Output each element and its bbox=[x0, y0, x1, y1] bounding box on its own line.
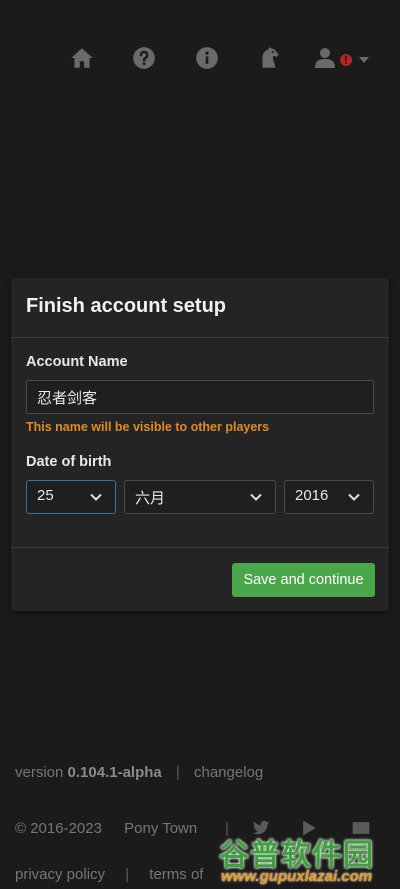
day-value: 25 bbox=[37, 487, 54, 504]
chevron-down-icon bbox=[89, 490, 103, 504]
privacy-policy-link[interactable]: privacy policy bbox=[15, 866, 105, 883]
separator: | bbox=[125, 866, 130, 883]
home-icon bbox=[69, 45, 95, 76]
info-icon bbox=[194, 45, 220, 76]
separator: | bbox=[175, 764, 180, 781]
date-of-birth-selects: 25 六月 2016 bbox=[26, 480, 374, 514]
version-line: version 0.104.1-alpha | changelog bbox=[15, 764, 385, 781]
modal-title: Finish account setup bbox=[26, 295, 227, 317]
account-name-label: Account Name bbox=[26, 354, 128, 370]
version-number: 0.104.1-alpha bbox=[67, 764, 162, 781]
alert-badge-icon: ! bbox=[338, 52, 354, 68]
watermark-url: www.gupuxlazai.com bbox=[221, 868, 373, 885]
page: ! Finish account setup Account Name 忍者剑客… bbox=[0, 0, 400, 889]
horse-icon bbox=[256, 45, 282, 76]
month-select[interactable]: 六月 bbox=[124, 480, 276, 514]
watermark: 谷普软件园 www.gupuxlazai.com bbox=[215, 828, 400, 889]
account-setup-modal: Finish account setup Account Name 忍者剑客 T… bbox=[11, 278, 389, 611]
copyright-text: © 2016-2023 bbox=[15, 820, 102, 837]
chevron-down-icon bbox=[249, 490, 263, 504]
account-menu-button[interactable]: ! bbox=[313, 42, 373, 78]
year-select[interactable]: 2016 bbox=[284, 480, 374, 514]
changelog-link[interactable]: changelog bbox=[194, 764, 263, 781]
modal-header: Finish account setup bbox=[11, 278, 389, 338]
user-icon bbox=[313, 46, 337, 75]
account-name-hint: This name will be visible to other playe… bbox=[26, 420, 270, 434]
caret-down-icon bbox=[359, 57, 369, 63]
save-and-continue-button[interactable]: Save and continue bbox=[232, 563, 375, 597]
modal-body: Account Name 忍者剑客 This name will be visi… bbox=[11, 338, 389, 548]
home-button[interactable] bbox=[64, 42, 100, 78]
modal-footer: Save and continue bbox=[11, 548, 389, 610]
day-select[interactable]: 25 bbox=[26, 480, 116, 514]
chevron-down-icon bbox=[347, 490, 361, 504]
help-icon bbox=[131, 45, 157, 76]
terms-link[interactable]: terms of bbox=[149, 866, 203, 883]
date-of-birth-label: Date of birth bbox=[26, 454, 112, 470]
help-button[interactable] bbox=[126, 42, 162, 78]
month-value: 六月 bbox=[135, 490, 166, 507]
characters-button[interactable] bbox=[251, 42, 287, 78]
year-value: 2016 bbox=[295, 487, 329, 504]
pony-town-link[interactable]: Pony Town bbox=[124, 820, 197, 837]
top-nav: ! bbox=[0, 42, 400, 78]
account-name-input[interactable]: 忍者剑客 bbox=[26, 380, 374, 414]
version-prefix: version bbox=[15, 764, 64, 781]
info-button[interactable] bbox=[189, 42, 225, 78]
